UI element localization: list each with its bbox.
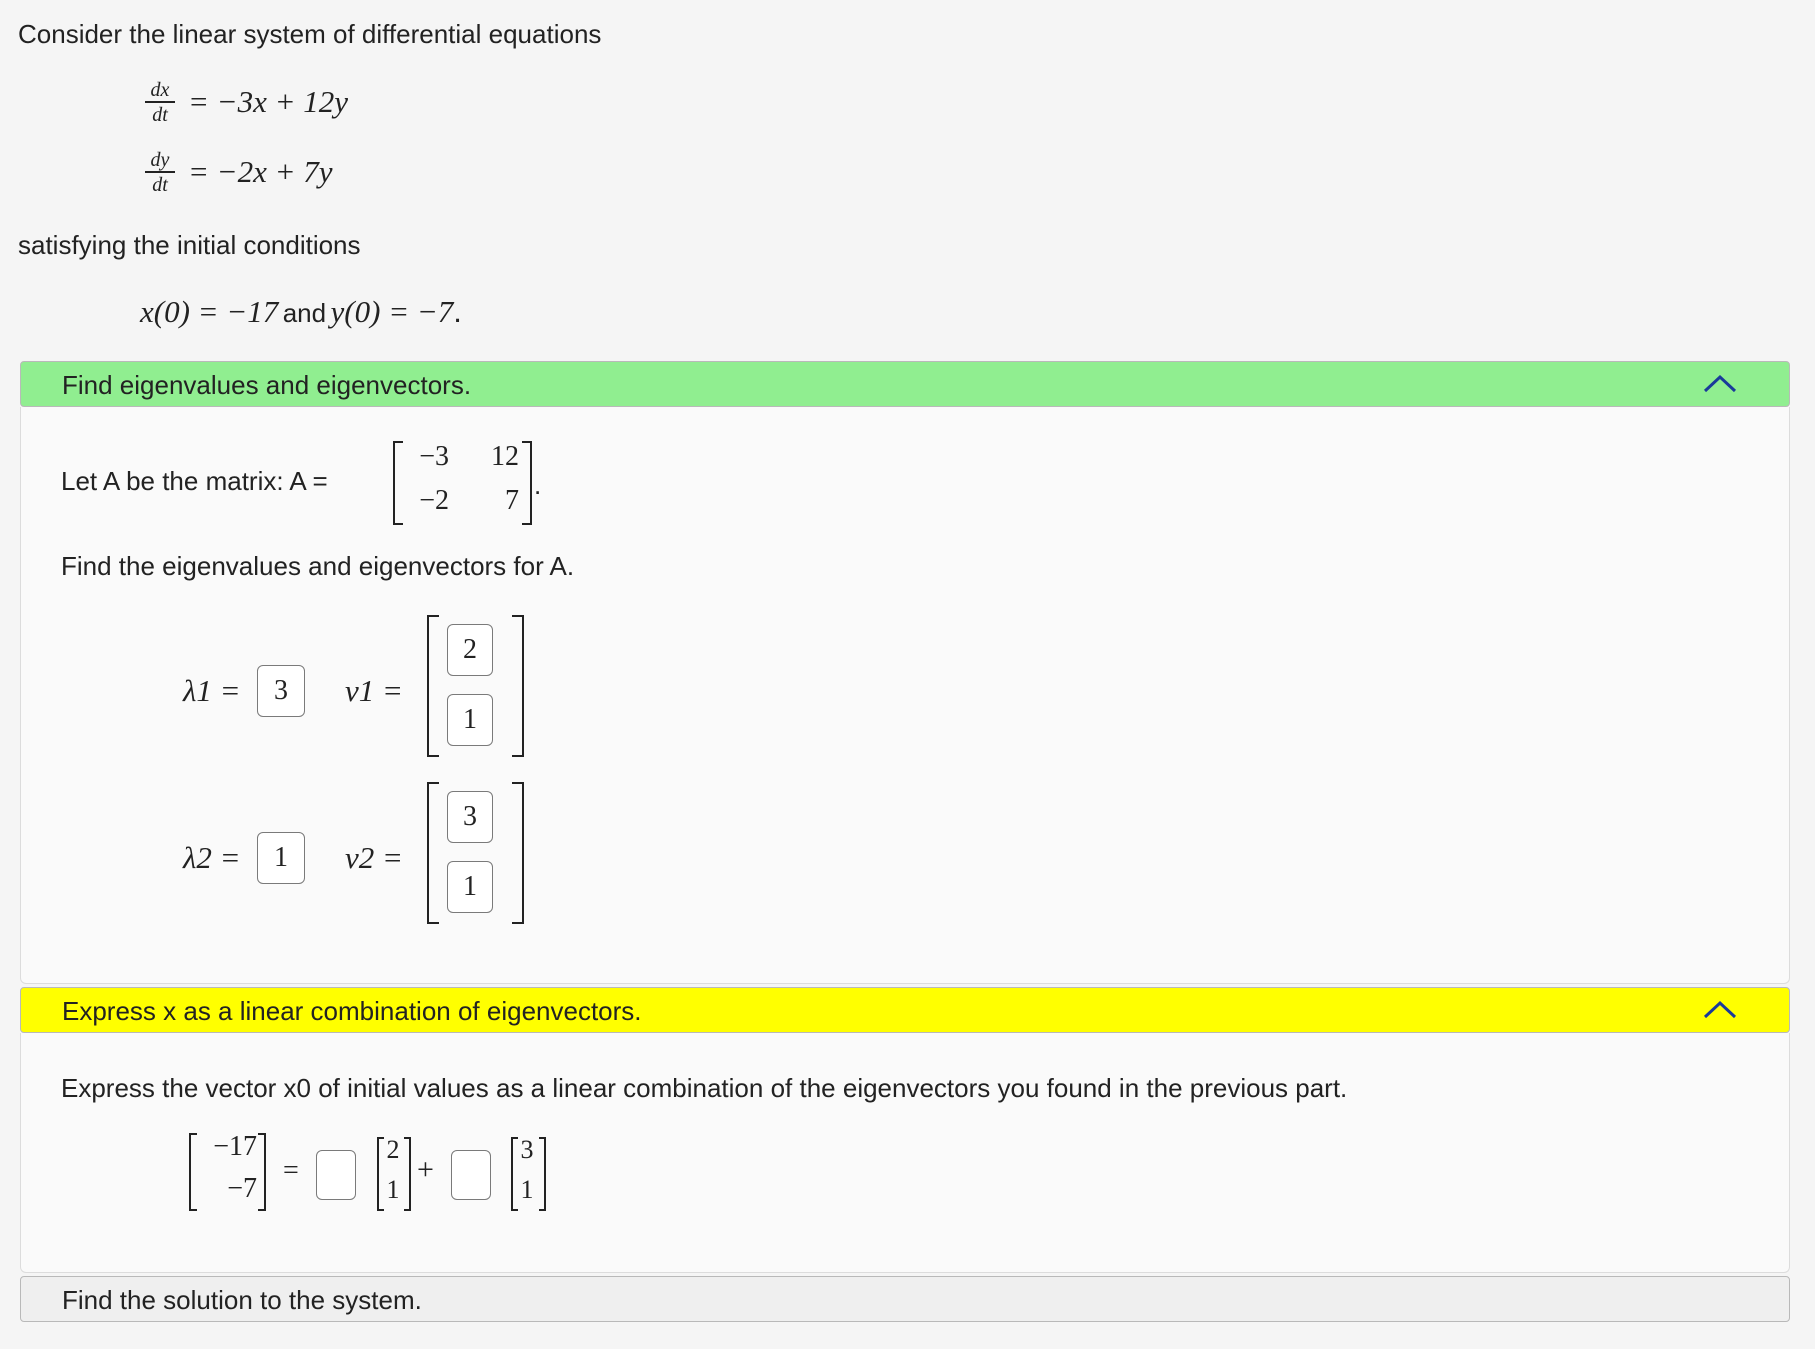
matrix-cell: −3 xyxy=(419,441,449,472)
matrix-cell: 7 xyxy=(505,485,519,516)
matrix-label: Let A be the matrix: A = xyxy=(61,466,328,496)
v2-entry: 1 xyxy=(520,1175,534,1204)
lambda2-input[interactable]: 1 xyxy=(257,832,305,884)
lambda1-input[interactable]: 3 xyxy=(257,665,305,717)
v1-input-2[interactable]: 1 xyxy=(447,694,493,746)
equation-2-derivative: dy dt xyxy=(145,150,175,195)
ic-x: x(0) = −17 xyxy=(140,294,279,329)
ic-period: . xyxy=(453,294,462,329)
v2-entry: 3 xyxy=(520,1135,534,1164)
v1-entry: 2 xyxy=(386,1135,400,1164)
matrix-cell: 12 xyxy=(491,441,519,472)
v2-input-2[interactable]: 1 xyxy=(447,861,493,913)
part1-title: Find eigenvalues and eigenvectors. xyxy=(62,370,472,400)
part2-title: Express x as a linear combination of eig… xyxy=(62,996,642,1026)
coefficient-2-input[interactable] xyxy=(451,1150,491,1200)
part3-title: Find the solution to the system. xyxy=(62,1285,422,1315)
lambda1-label: λ1 = xyxy=(183,673,241,708)
part2-body: Express the vector x0 of initial values … xyxy=(20,1033,1790,1273)
initial-conditions: x(0) = −17 and y(0) = −7. xyxy=(140,294,462,330)
part3-header[interactable]: Find the solution to the system. xyxy=(20,1276,1790,1322)
equation-1-rhs: = −3x + 12y xyxy=(188,84,349,119)
eigen-prompt: Find the eigenvalues and eigenvectors fo… xyxy=(61,551,575,581)
v1-entry: 1 xyxy=(386,1175,400,1204)
v2-label: v2 = xyxy=(345,840,403,875)
equation-2-rhs: = −2x + 7y xyxy=(188,154,333,189)
matrix-cell: −2 xyxy=(419,485,449,516)
lincomb-prompt: Express the vector x0 of initial values … xyxy=(61,1073,1348,1103)
v1-label: v1 = xyxy=(345,673,403,708)
part1-body: Let A be the matrix: A = −3 12 −2 7 . Fi… xyxy=(20,407,1790,984)
v1-input-1[interactable]: 2 xyxy=(447,624,493,676)
ic-y: y(0) = −7 xyxy=(330,294,454,329)
part2-header[interactable]: Express x as a linear combination of eig… xyxy=(20,987,1790,1033)
equation-1-derivative: dx dt xyxy=(145,80,175,125)
intro-text: Consider the linear system of differenti… xyxy=(18,19,602,49)
initial-conditions-text: satisfying the initial conditions xyxy=(18,230,361,260)
plus-sign: + xyxy=(417,1153,434,1186)
part1-header[interactable]: Find eigenvalues and eigenvectors. xyxy=(20,361,1790,407)
x0-entry: −7 xyxy=(227,1173,257,1204)
coefficient-1-input[interactable] xyxy=(316,1150,356,1200)
chevron-up-icon[interactable] xyxy=(1703,999,1737,1019)
x0-entry: −17 xyxy=(213,1131,257,1162)
matrix-period: . xyxy=(534,470,542,500)
chevron-up-icon[interactable] xyxy=(1703,373,1737,393)
lambda2-label: λ2 = xyxy=(183,840,241,875)
ic-and: and xyxy=(282,298,327,328)
equals-sign: = xyxy=(283,1155,299,1186)
v2-input-1[interactable]: 3 xyxy=(447,791,493,843)
